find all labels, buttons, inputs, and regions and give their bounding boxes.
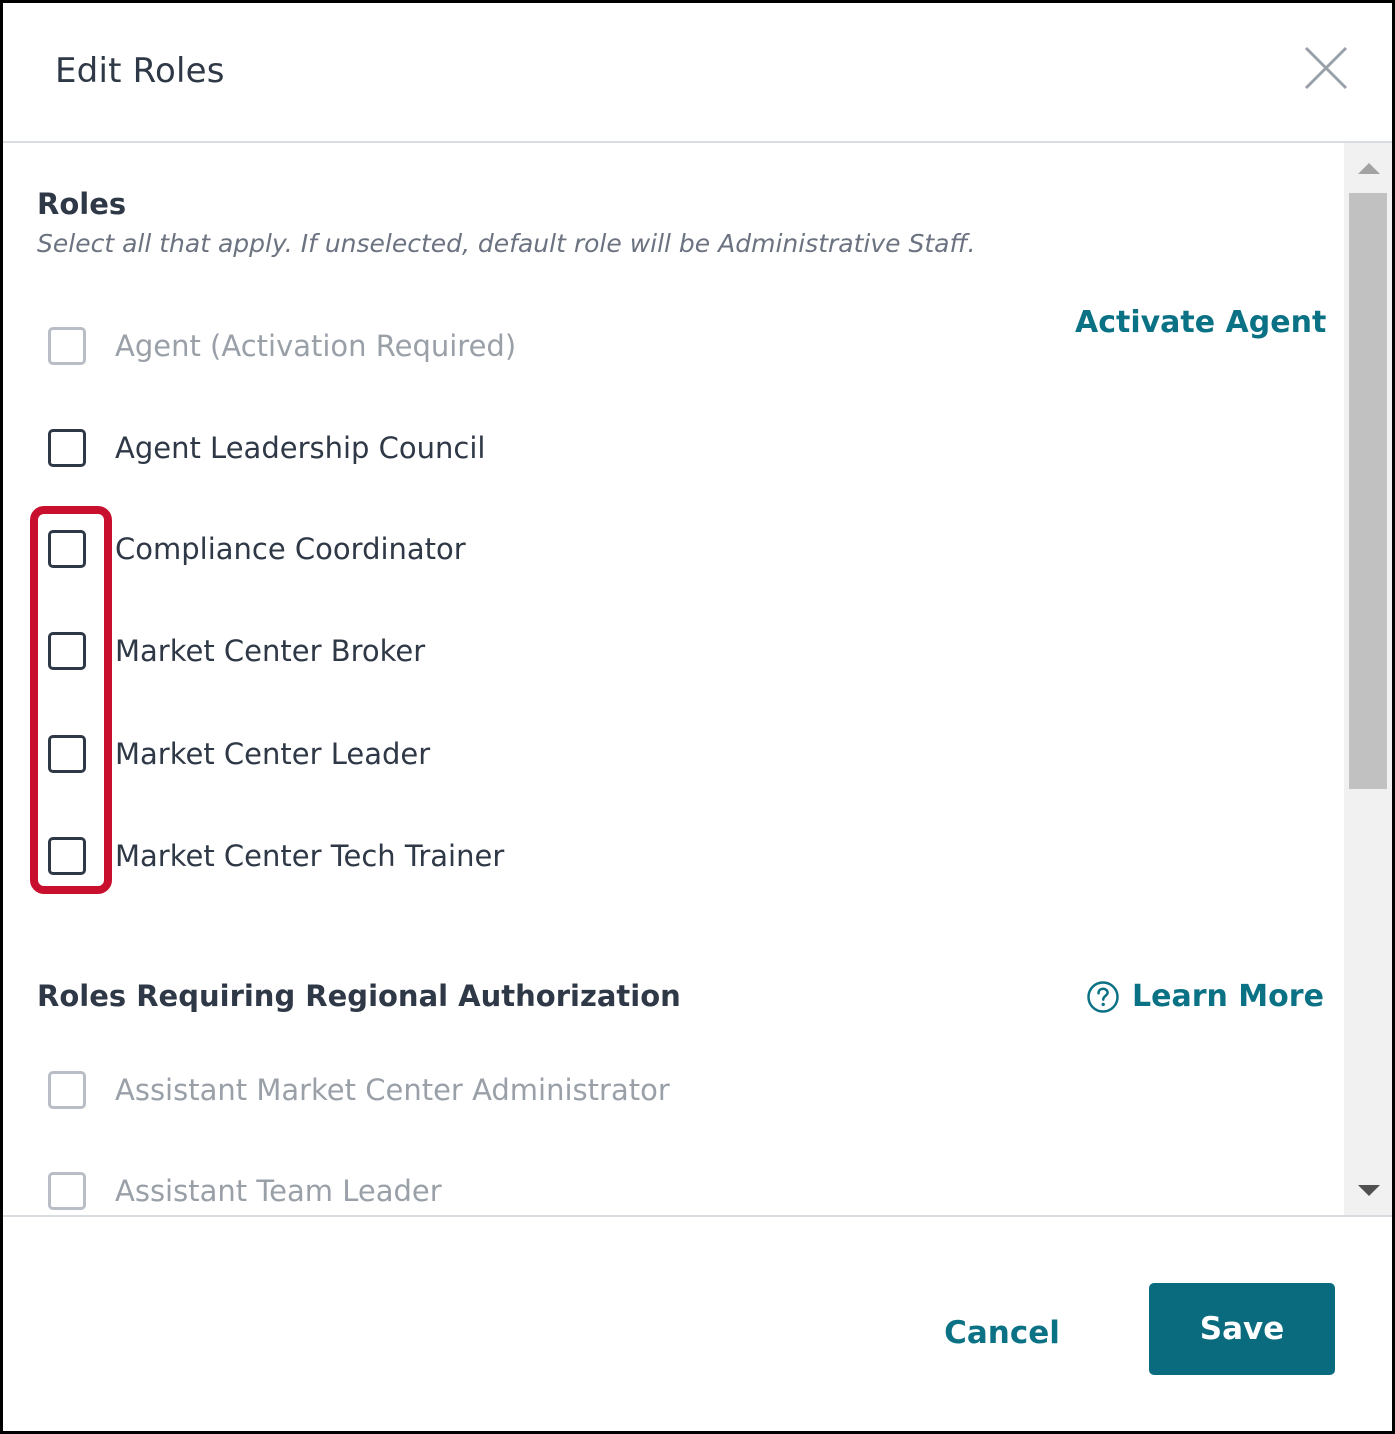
dialog-header: Edit Roles — [3, 3, 1392, 143]
role-label: Market Center Tech Trainer — [115, 839, 505, 873]
role-checkbox[interactable] — [48, 837, 86, 875]
dialog-title: Edit Roles — [55, 51, 225, 91]
role-checkbox[interactable] — [48, 530, 86, 568]
scroll-thumb[interactable] — [1349, 193, 1387, 789]
role-label: Assistant Market Center Administrator — [115, 1073, 670, 1107]
activate-agent-link[interactable]: Activate Agent — [1075, 305, 1326, 340]
role-label: Agent Leadership Council — [115, 431, 486, 465]
role-option-agent-leadership-council[interactable]: Agent Leadership Council — [48, 423, 485, 473]
role-label: Assistant Team Leader — [115, 1174, 442, 1208]
roles-section-subtitle: Select all that apply. If unselected, de… — [37, 229, 976, 258]
role-option-assistant-market-center-administrator[interactable]: Assistant Market Center Administrator — [48, 1065, 670, 1115]
role-option-market-center-leader[interactable]: Market Center Leader — [48, 729, 430, 779]
role-option-market-center-tech-trainer[interactable]: Market Center Tech Trainer — [48, 831, 504, 881]
role-checkbox[interactable] — [48, 1172, 86, 1210]
role-checkbox[interactable] — [48, 632, 86, 670]
role-option-assistant-team-leader[interactable]: Assistant Team Leader — [48, 1166, 442, 1215]
dialog-footer: Cancel Save — [3, 1215, 1392, 1433]
roles-section-title: Roles — [37, 187, 127, 221]
help-circle-icon — [1087, 980, 1119, 1013]
save-button[interactable]: Save — [1149, 1283, 1335, 1375]
edit-roles-dialog: Edit Roles Roles Select all that apply. … — [0, 0, 1395, 1434]
scrollbar[interactable] — [1344, 143, 1392, 1215]
role-option-market-center-broker[interactable]: Market Center Broker — [48, 626, 425, 676]
role-option-agent-activation-required[interactable]: Agent (Activation Required) — [48, 321, 516, 371]
role-label: Market Center Leader — [115, 737, 431, 771]
scroll-down-arrow-icon[interactable] — [1358, 1185, 1380, 1196]
learn-more-label: Learn More — [1132, 979, 1324, 1014]
role-label: Market Center Broker — [115, 634, 426, 668]
role-checkbox[interactable] — [48, 327, 86, 365]
regional-section-title: Roles Requiring Regional Authorization — [37, 979, 681, 1013]
role-checkbox[interactable] — [48, 429, 86, 467]
roles-scroll-area[interactable]: Roles Select all that apply. If unselect… — [3, 143, 1344, 1215]
cancel-button[interactable]: Cancel — [923, 1307, 1081, 1359]
role-label: Compliance Coordinator — [115, 532, 466, 566]
close-button[interactable] — [1303, 45, 1349, 91]
role-option-compliance-coordinator[interactable]: Compliance Coordinator — [48, 524, 466, 574]
role-checkbox[interactable] — [48, 735, 86, 773]
scroll-up-arrow-icon[interactable] — [1358, 163, 1380, 174]
role-label: Agent (Activation Required) — [115, 329, 517, 363]
role-checkbox[interactable] — [48, 1071, 86, 1109]
close-icon — [1304, 46, 1348, 90]
learn-more-link[interactable]: Learn More — [1086, 979, 1324, 1014]
